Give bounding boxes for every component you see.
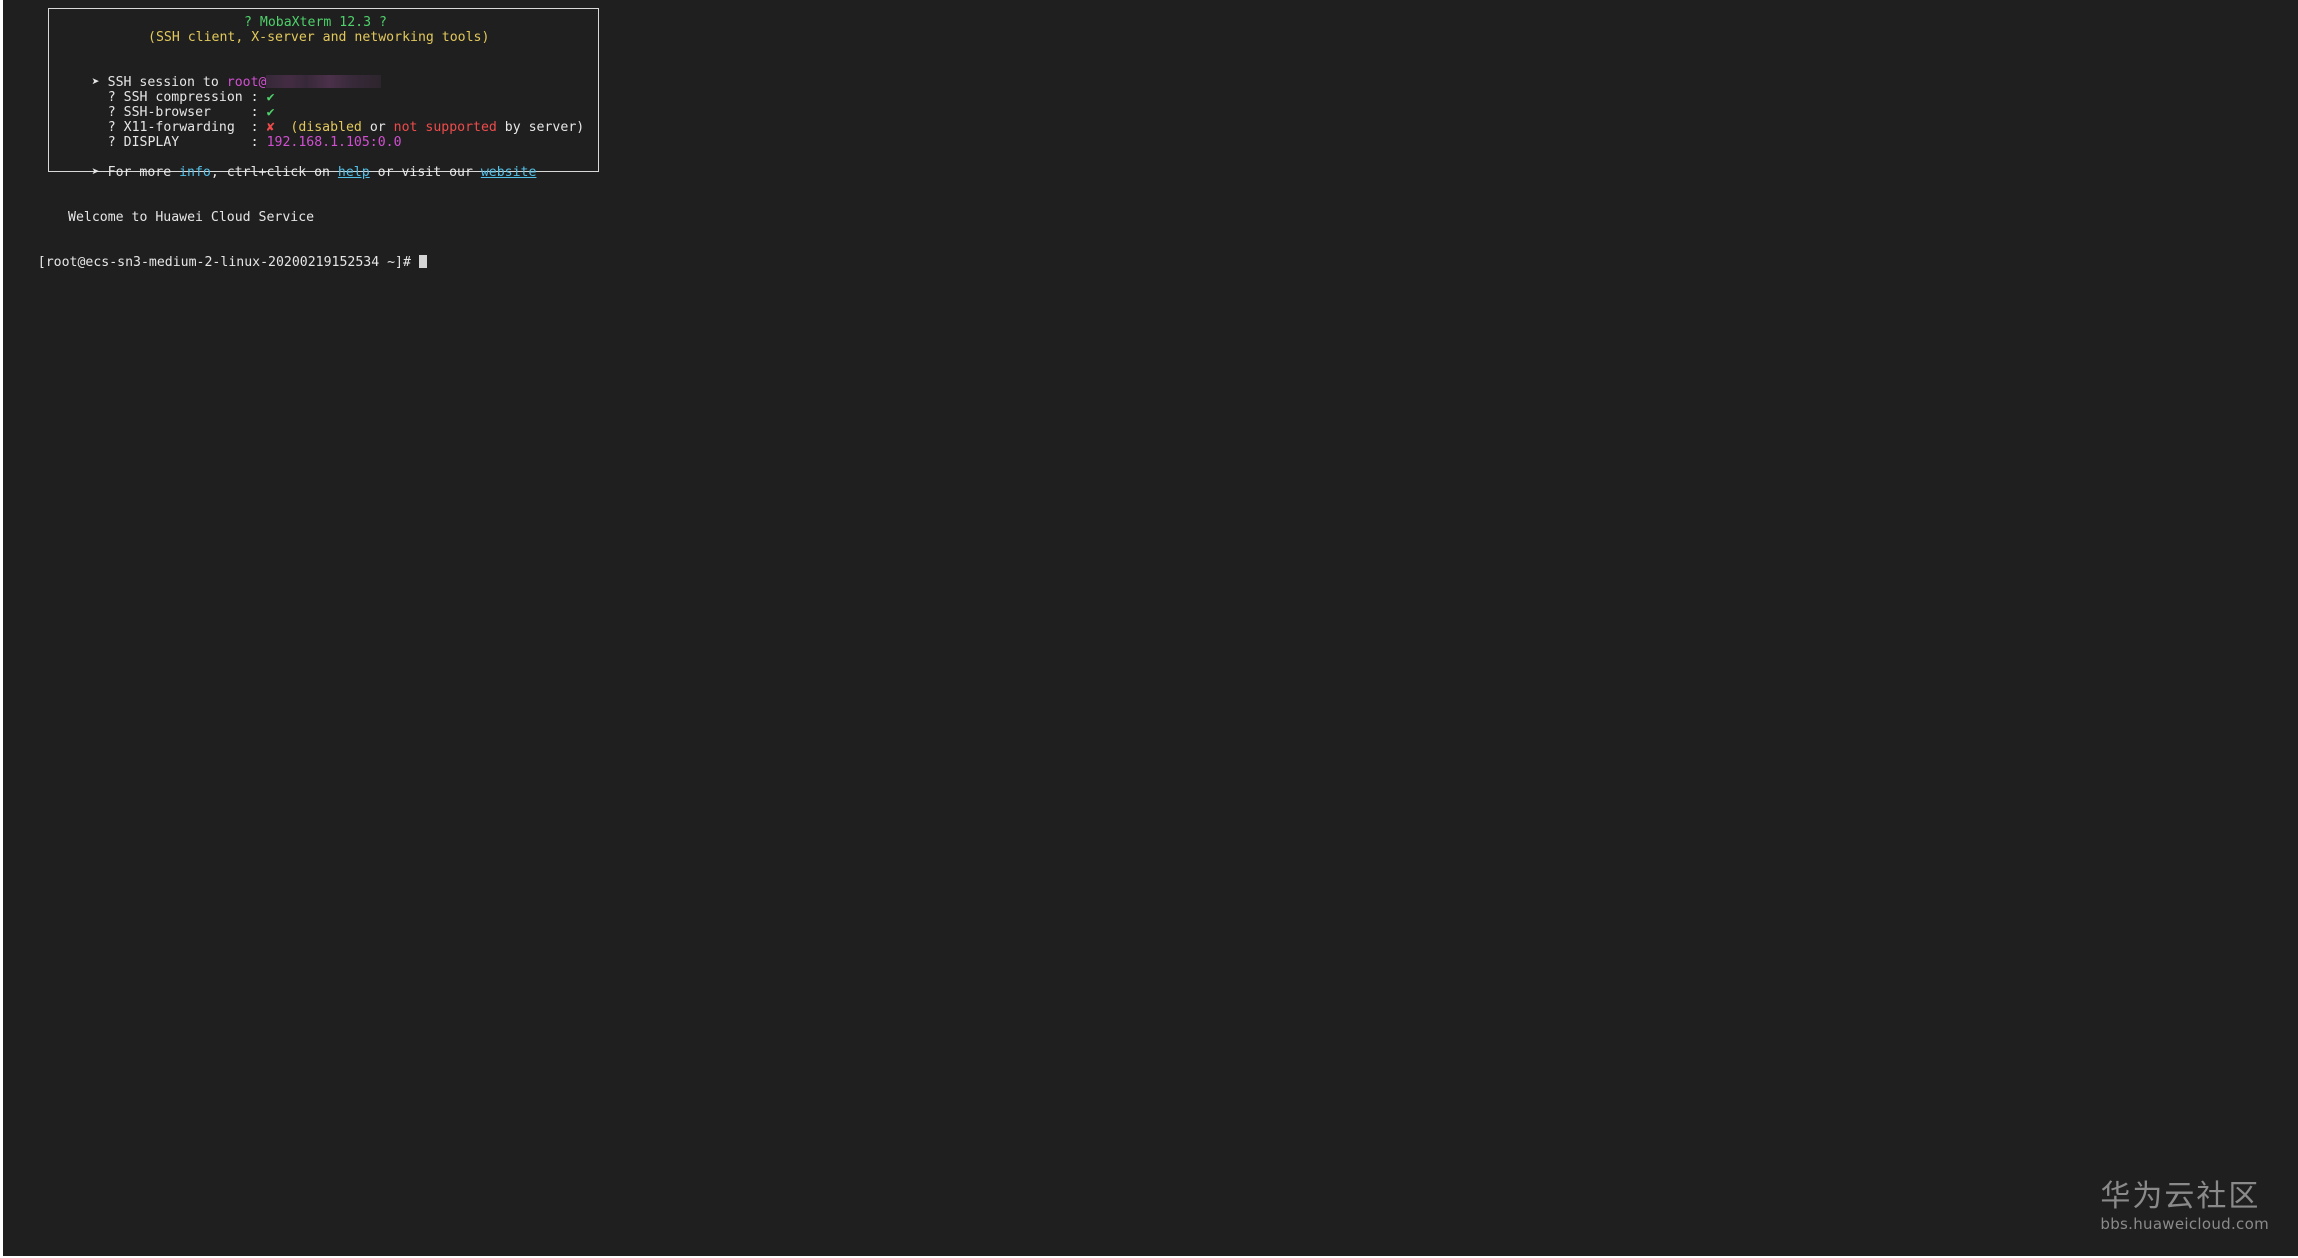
ssh-compression-line: ? SSH compression : ✔ — [76, 75, 275, 105]
more-info-line: ➤ For more info, ctrl+click on help or v… — [60, 150, 537, 180]
website-link[interactable]: website — [481, 165, 537, 180]
terminal-cursor — [418, 255, 427, 268]
help-link[interactable]: help — [338, 165, 370, 180]
more-info-or-visit: or visit our — [369, 165, 481, 180]
redacted-host — [266, 75, 382, 88]
banner-subtitle: (SSH client, X-server and networking too… — [148, 30, 490, 45]
welcome-message: Welcome to Huawei Cloud Service — [68, 210, 315, 225]
ssh-browser-line: ? SSH-browser : ✔ — [76, 90, 275, 120]
display-label: ? DISPLAY : — [107, 135, 267, 150]
terminal-window[interactable]: ? MobaXterm 12.3 ? (SSH client, X-server… — [3, 0, 2298, 1256]
more-info-mid: , ctrl+click on — [210, 165, 338, 180]
x11-forwarding-line: ? X11-forwarding : ✘ (disabled or not su… — [76, 105, 584, 135]
x11-note-not-supported: not supported — [393, 120, 497, 135]
watermark-title: 华为云社区 — [2100, 1179, 2261, 1214]
shell-prompt-line[interactable]: [root@ecs-sn3-medium-2-linux-20200219152… — [6, 240, 427, 270]
more-info-prefix: ➤ For more — [91, 165, 180, 180]
banner-title: ? MobaXterm 12.3 ? — [244, 15, 387, 30]
x11-note-tail: by server) — [496, 120, 585, 135]
shell-prompt: [root@ecs-sn3-medium-2-linux-20200219152… — [37, 255, 419, 270]
display-value: 192.168.1.105:0.0 — [266, 135, 402, 150]
info-text: info — [179, 165, 211, 180]
display-line: ? DISPLAY : 192.168.1.105:0.0 — [76, 120, 402, 150]
watermark-url: bbs.huaweicloud.com — [2100, 1215, 2269, 1233]
ssh-session-line: ➤ SSH session to root@ — [60, 60, 382, 90]
huawei-cloud-watermark: 华为云社区 bbs.huaweicloud.com — [2100, 1179, 2269, 1233]
